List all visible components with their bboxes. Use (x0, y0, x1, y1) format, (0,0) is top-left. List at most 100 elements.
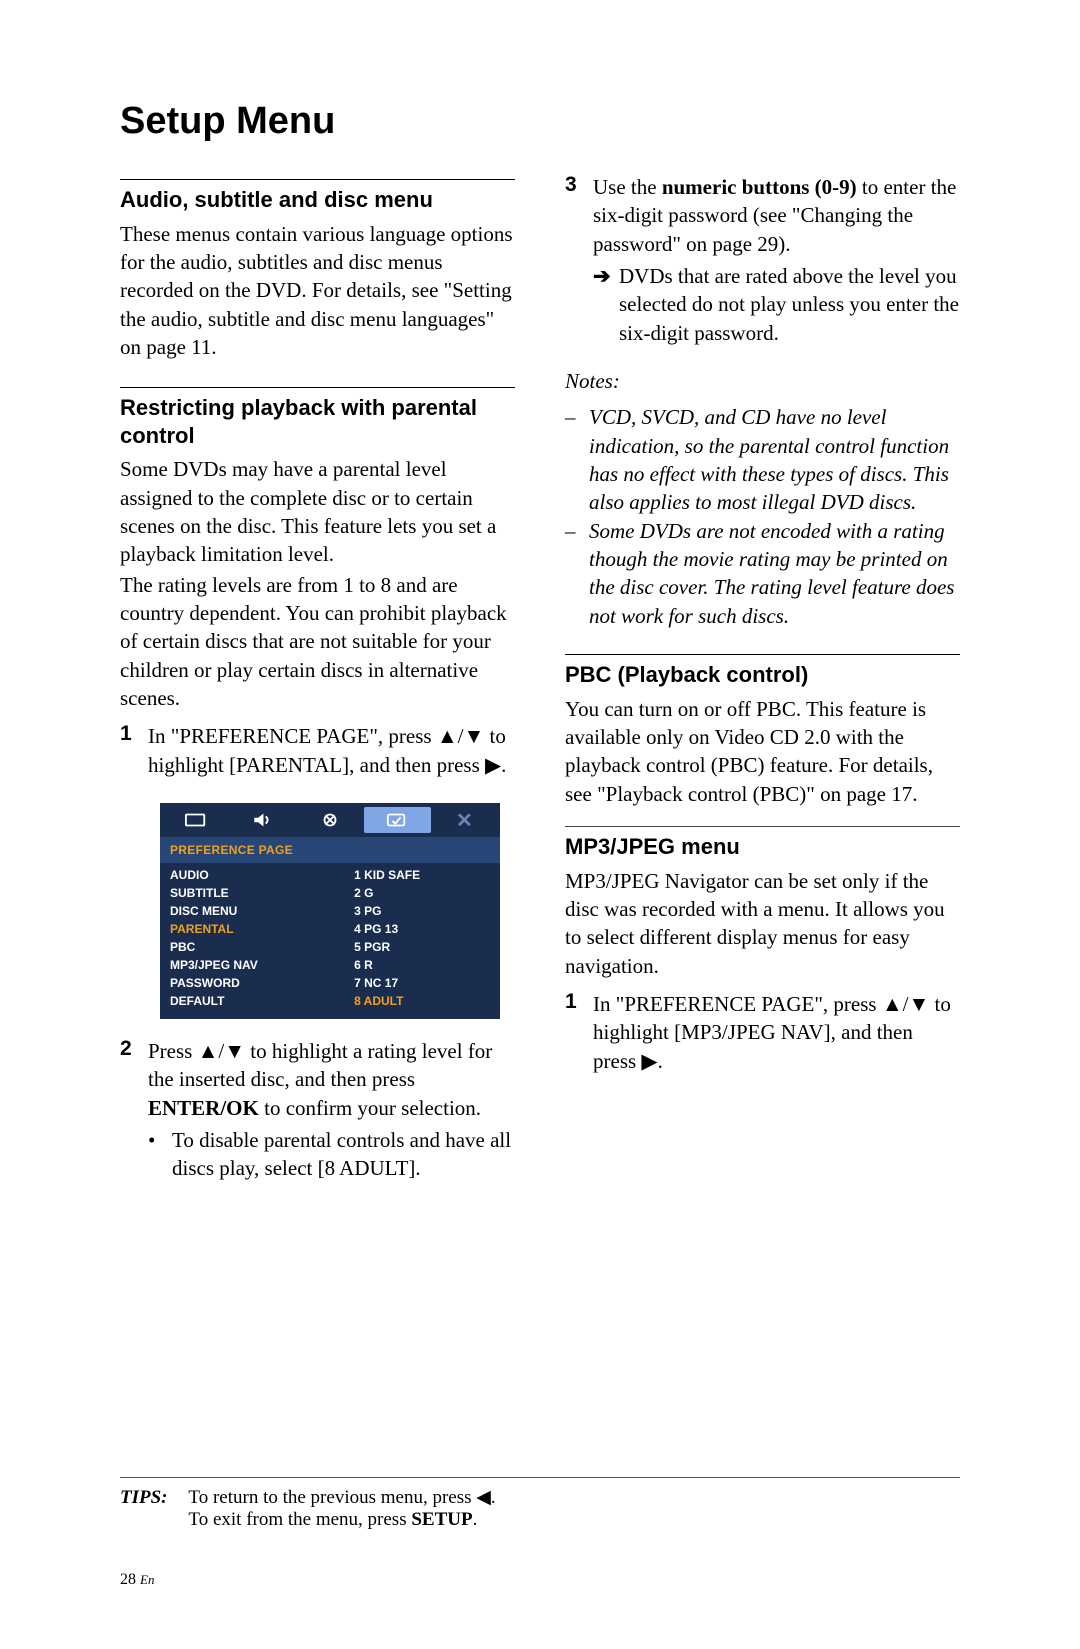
osd-screenshot: ✕ PREFERENCE PAGE AUDIO SUBTITLE DISC MENU… (160, 803, 500, 1019)
osd-right-item: 7 NC 17 (354, 975, 490, 991)
up-icon: ▲ (198, 1039, 219, 1063)
text: . (473, 1509, 478, 1530)
right-icon: ▶ (485, 753, 501, 777)
osd-left-item: PARENTAL (170, 921, 336, 937)
step-number: 3 (565, 173, 583, 355)
step-number: 2 (120, 1037, 138, 1191)
osd-right-item: 6 R (354, 957, 490, 973)
page-language: En (140, 1572, 154, 1587)
down-icon: ▼ (224, 1039, 245, 1063)
mp3-step-1-text: In "PREFERENCE PAGE", press ▲/▼ to highl… (593, 990, 960, 1075)
step-2-text: Press ▲/▼ to highlight a rating level fo… (148, 1037, 515, 1183)
up-icon: ▲ (882, 992, 903, 1016)
osd-tab-exit-icon: ✕ (431, 807, 498, 833)
notes-list: – VCD, SVCD, and CD have no level indica… (565, 403, 960, 630)
osd-right-item: 5 PGR (354, 939, 490, 955)
osd-left-list: AUDIO SUBTITLE DISC MENU PARENTAL PBC MP3/JPE… (170, 867, 336, 1009)
text: In "PREFERENCE PAGE", press (148, 724, 437, 748)
right-icon: ▶ (641, 1049, 657, 1073)
osd-tab-bar: ✕ (160, 803, 500, 837)
para-mp3jpeg: MP3/JPEG Navigator can be set only if th… (565, 867, 960, 980)
section-rule (565, 654, 960, 655)
numeric-buttons-label: numeric buttons (0-9) (662, 175, 857, 199)
text: . (491, 1487, 496, 1508)
step-2: 2 Press ▲/▼ to highlight a rating level … (120, 1037, 515, 1191)
text: In "PREFERENCE PAGE", press (593, 992, 882, 1016)
text: To return to the previous menu, press (188, 1487, 476, 1508)
heading-mp3jpeg: MP3/JPEG menu (565, 833, 960, 861)
step-3-result: ➔ DVDs that are rated above the level yo… (593, 262, 960, 347)
osd-left-item: AUDIO (170, 867, 336, 883)
heading-audio-subtitle-disc: Audio, subtitle and disc menu (120, 186, 515, 214)
enter-ok-label: ENTER/OK (148, 1096, 259, 1120)
tips-line-1: To return to the previous menu, press ◀. (188, 1487, 495, 1508)
text: DVDs that are rated above the level you … (619, 262, 960, 347)
osd-left-item: PASSWORD (170, 975, 336, 991)
down-icon: ▼ (463, 724, 484, 748)
text: To disable parental controls and have al… (172, 1126, 515, 1183)
osd-right-item: 4 PG 13 (354, 921, 490, 937)
section-rule (120, 179, 515, 180)
bullet-icon: • (148, 1126, 162, 1183)
osd-left-item: DEFAULT (170, 993, 336, 1009)
para-parental-2: The rating levels are from 1 to 8 and ar… (120, 571, 515, 713)
text: . (658, 1049, 663, 1073)
note-text: VCD, SVCD, and CD have no level indicati… (589, 403, 960, 516)
page-footer: 28 En (120, 1571, 960, 1589)
up-icon: ▲ (437, 724, 458, 748)
osd-left-item: PBC (170, 939, 336, 955)
setup-label: SETUP (411, 1509, 472, 1530)
page-number: 28 (120, 1571, 136, 1588)
tips-label: TIPS: (120, 1487, 184, 1509)
osd-right-item: 2 G (354, 885, 490, 901)
notes-label: Notes: (565, 367, 960, 395)
page-title: Setup Menu (120, 100, 960, 143)
heading-parental: Restricting playback with parental contr… (120, 394, 515, 449)
osd-left-item: MP3/JPEG NAV (170, 957, 336, 973)
osd-right-list: 1 KID SAFE 2 G 3 PG 4 PG 13 5 PGR 6 R 7 NC 17 8… (354, 867, 490, 1009)
osd-right-item: 8 ADULT (354, 993, 490, 1009)
text: . (501, 753, 506, 777)
text: Press (148, 1039, 198, 1063)
step-1-text: In "PREFERENCE PAGE", press ▲/▼ to highl… (148, 722, 515, 779)
step-2-sub-bullet: • To disable parental controls and have … (148, 1126, 515, 1183)
dash-icon: – (565, 517, 579, 630)
page: Setup Menu Audio, subtitle and disc menu… (0, 0, 1080, 1649)
section-rule (565, 826, 960, 827)
mp3-step-1: 1 In "PREFERENCE PAGE", press ▲/▼ to hig… (565, 990, 960, 1083)
osd-tab-video-icon (296, 807, 363, 833)
osd-left-item: DISC MENU (170, 903, 336, 919)
tips-label-spacer (120, 1509, 184, 1531)
osd-right-item: 1 KID SAFE (354, 867, 490, 883)
down-icon: ▼ (908, 992, 929, 1016)
step-1: 1 In "PREFERENCE PAGE", press ▲/▼ to hig… (120, 722, 515, 787)
step-3-text: Use the numeric buttons (0-9) to enter t… (593, 173, 960, 347)
osd-tab-general-icon (162, 807, 229, 833)
para-parental-1: Some DVDs may have a parental level assi… (120, 455, 515, 568)
right-column: 3 Use the numeric buttons (0-9) to enter… (565, 173, 960, 1197)
section-rule (120, 387, 515, 388)
step-3: 3 Use the numeric buttons (0-9) to enter… (565, 173, 960, 355)
note-text: Some DVDs are not encoded with a rating … (589, 517, 960, 630)
osd-page-title: PREFERENCE PAGE (160, 837, 500, 863)
arrow-icon: ➔ (593, 262, 611, 347)
text: Use the (593, 175, 662, 199)
left-icon: ◀ (476, 1487, 491, 1508)
step-number: 1 (565, 990, 583, 1083)
para-pbc: You can turn on or off PBC. This feature… (565, 695, 960, 808)
para-audio-subtitle-disc: These menus contain various language opt… (120, 220, 515, 362)
osd-left-item: SUBTITLE (170, 885, 336, 901)
osd-body: AUDIO SUBTITLE DISC MENU PARENTAL PBC MP3/JPE… (160, 863, 500, 1019)
osd-tab-audio-icon (229, 807, 296, 833)
note-item: – VCD, SVCD, and CD have no level indica… (565, 403, 960, 516)
osd-right-item: 3 PG (354, 903, 490, 919)
text: to confirm your selection. (259, 1096, 481, 1120)
text: To exit from the menu, press (188, 1509, 411, 1530)
osd-tab-preference-icon (364, 807, 431, 833)
tips-line-2: To exit from the menu, press SETUP. (188, 1509, 477, 1530)
tips-footer: TIPS: To return to the previous menu, pr… (120, 1477, 960, 1531)
note-item: – Some DVDs are not encoded with a ratin… (565, 517, 960, 630)
two-column-layout: Audio, subtitle and disc menu These menu… (120, 173, 960, 1197)
dash-icon: – (565, 403, 579, 516)
step-number: 1 (120, 722, 138, 787)
